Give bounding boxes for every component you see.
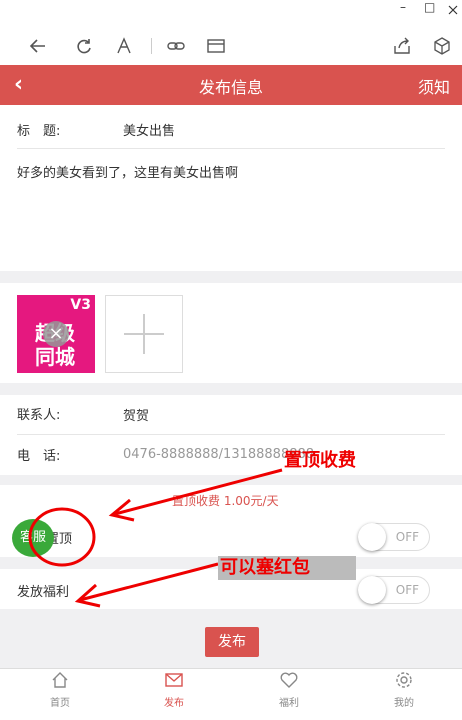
tab-label: 福利: [279, 698, 299, 709]
annotation-redpacket: 可以塞红包: [218, 556, 356, 580]
tab-publish[interactable]: 发布: [144, 670, 204, 709]
publish-button[interactable]: 发布: [205, 627, 259, 657]
tab-welfare[interactable]: 福利: [259, 670, 319, 709]
tab-label: 我的: [394, 698, 414, 709]
mail-icon: [144, 670, 204, 692]
annotation-fee: 置顶收费: [284, 450, 356, 471]
tab-label: 首页: [50, 698, 70, 709]
tab-home[interactable]: 首页: [30, 670, 90, 709]
heart-icon: [259, 670, 319, 692]
annotation-overlay: [28, 468, 283, 608]
tab-mine[interactable]: 我的: [374, 670, 434, 709]
gear-icon: [374, 670, 434, 692]
home-icon: [30, 670, 90, 692]
tab-label: 发布: [164, 698, 184, 709]
